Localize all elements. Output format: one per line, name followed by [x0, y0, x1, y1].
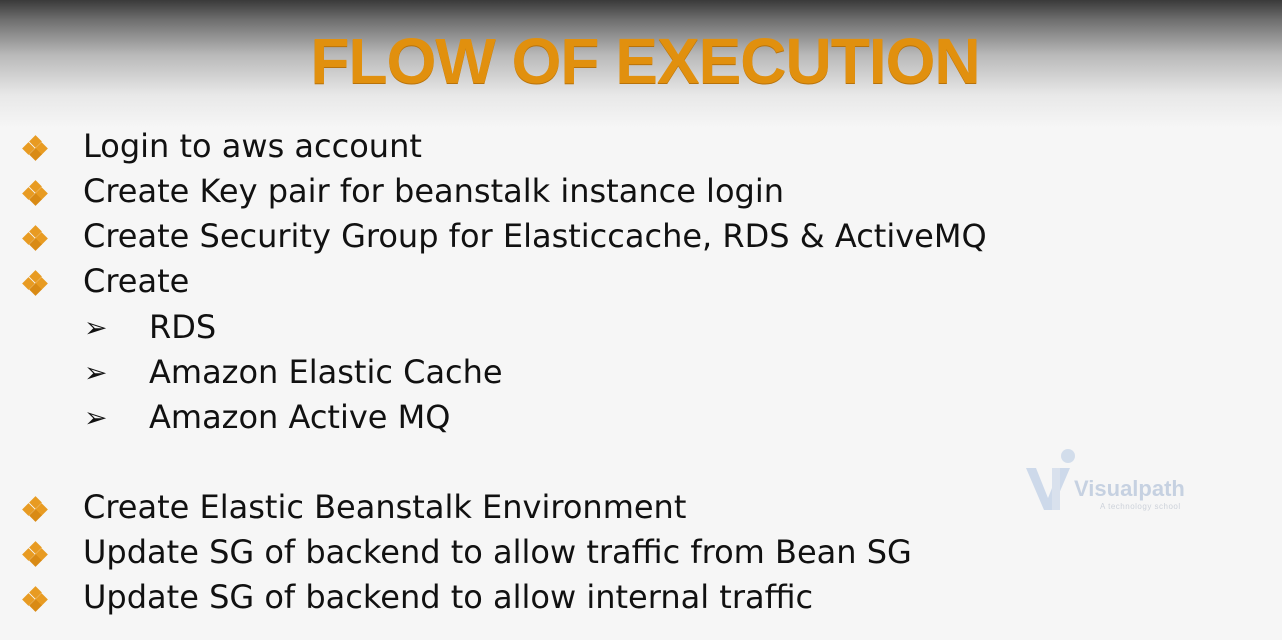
sub-bullet-text: Amazon Elastic Cache [149, 353, 503, 391]
diamond-bullet-icon [22, 586, 48, 612]
bullet-text: Create [83, 262, 190, 300]
bullet-text: Create Key pair for beanstalk instance l… [83, 172, 784, 210]
diamond-bullet-icon [22, 541, 48, 567]
bullet-text: Create Elastic Beanstalk Environment [83, 488, 687, 526]
bullet-text: Update SG of backend to allow traffic fr… [83, 533, 912, 571]
bullet-text: Create Security Group for Elasticcache, … [83, 217, 987, 255]
arrowhead-bullet-icon: ➢ [84, 356, 108, 389]
bullet-item: Create Elastic Beanstalk Environment [0, 485, 1200, 530]
bullet-text: Update SG of backend to allow internal t… [83, 578, 814, 616]
arrowhead-bullet-icon: ➢ [84, 311, 108, 344]
diamond-bullet-icon [22, 135, 48, 161]
bullet-item: Create Security Group for Elasticcache, … [0, 214, 1200, 259]
sub-bullet-text: Amazon Active MQ [149, 398, 451, 436]
bullet-item: Create Key pair for beanstalk instance l… [0, 169, 1200, 214]
bullet-item: Create [0, 259, 1200, 304]
diamond-bullet-icon [22, 180, 48, 206]
bullet-item: Login to aws account [0, 124, 1200, 169]
visualpath-logo: Visualpath A technology school [1022, 446, 1197, 516]
arrowhead-bullet-icon: ➢ [84, 401, 108, 434]
visualpath-logo-icon [1026, 449, 1075, 510]
diamond-bullet-icon [22, 270, 48, 296]
sub-bullet-item: ➢ Amazon Elastic Cache [0, 350, 1200, 395]
sub-bullet-item: ➢ Amazon Active MQ [0, 395, 1200, 440]
diamond-bullet-icon [22, 496, 48, 522]
watermark-name: Visualpath [1074, 476, 1185, 501]
bullet-item: Update SG of backend to allow traffic fr… [0, 530, 1200, 575]
sub-bullet-item: ➢ RDS [0, 305, 1200, 350]
diamond-bullet-icon [22, 225, 48, 251]
sub-bullet-text: RDS [149, 308, 217, 346]
watermark-tagline: A technology school [1100, 502, 1181, 511]
bullet-text: Login to aws account [83, 127, 422, 165]
slide-title: FLOW OF EXECUTION [310, 25, 980, 97]
bullet-item: Update SG of backend to allow internal t… [0, 575, 1200, 620]
